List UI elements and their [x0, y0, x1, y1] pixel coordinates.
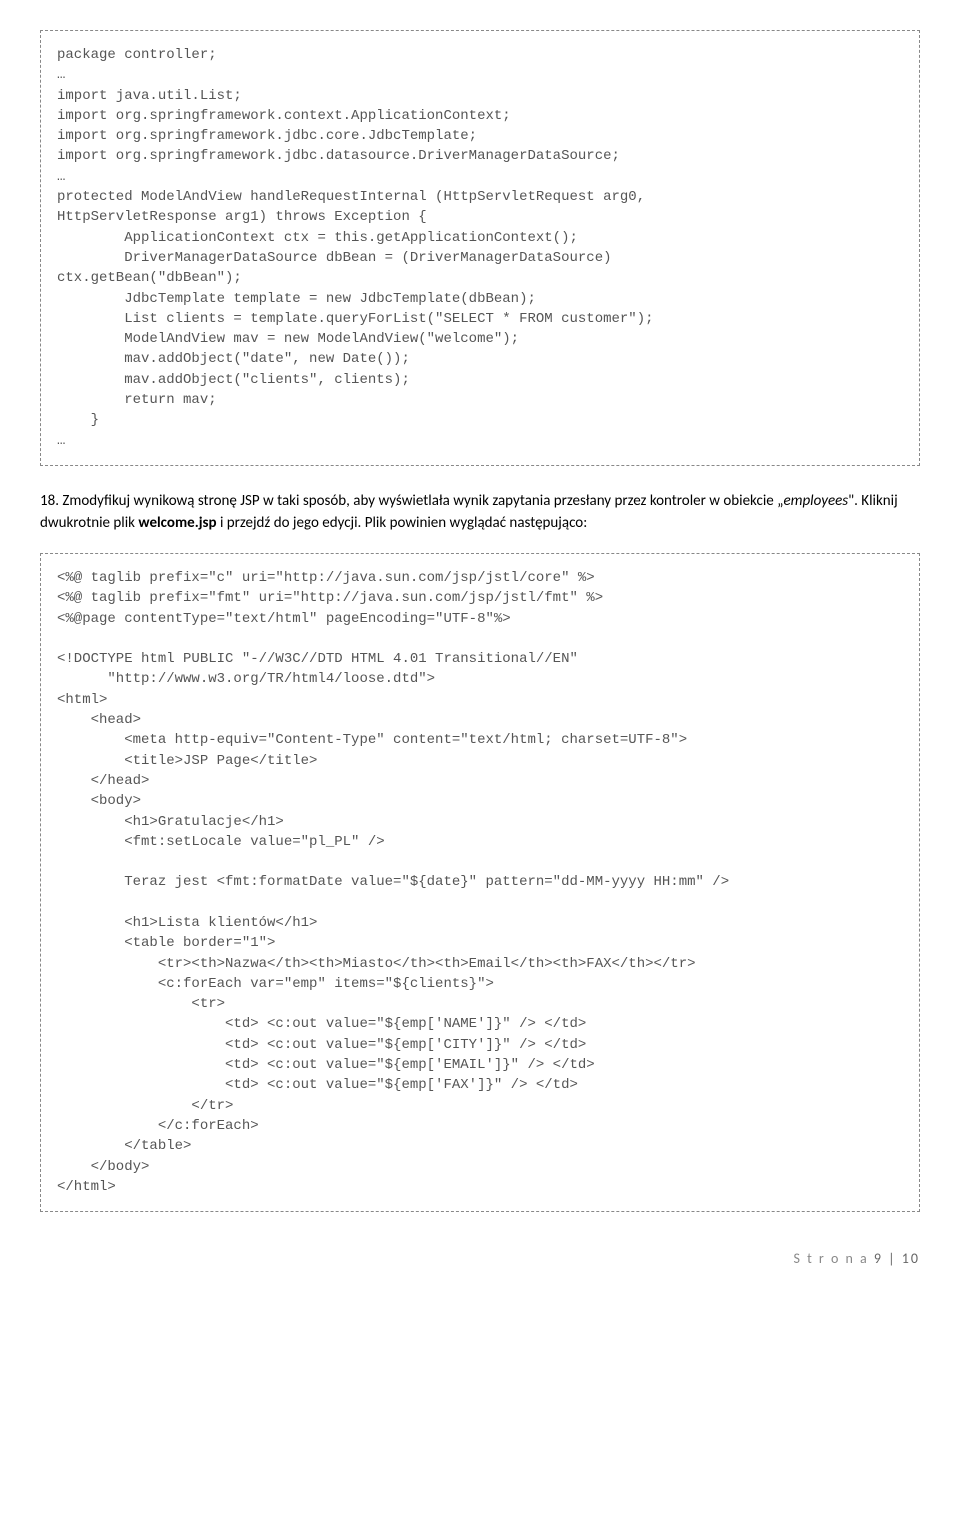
paragraph-text: 18. Zmodyfikuj wynikową stronę JSP w tak… [40, 492, 783, 510]
filename-bold: welcome.jsp [138, 514, 216, 532]
paragraph-text: i przejdź do jego edycji. Plik powinien … [217, 514, 588, 532]
instruction-paragraph: 18. Zmodyfikuj wynikową stronę JSP w tak… [40, 490, 920, 535]
page-number: 9 | 10 [874, 1250, 920, 1267]
object-name: employees [783, 492, 848, 510]
page-footer: S t r o n a 9 | 10 [40, 1248, 920, 1269]
code-block-java: package controller; … import java.util.L… [40, 30, 920, 466]
footer-label: S t r o n a [793, 1250, 873, 1267]
code-block-jsp: <%@ taglib prefix="c" uri="http://java.s… [40, 553, 920, 1212]
